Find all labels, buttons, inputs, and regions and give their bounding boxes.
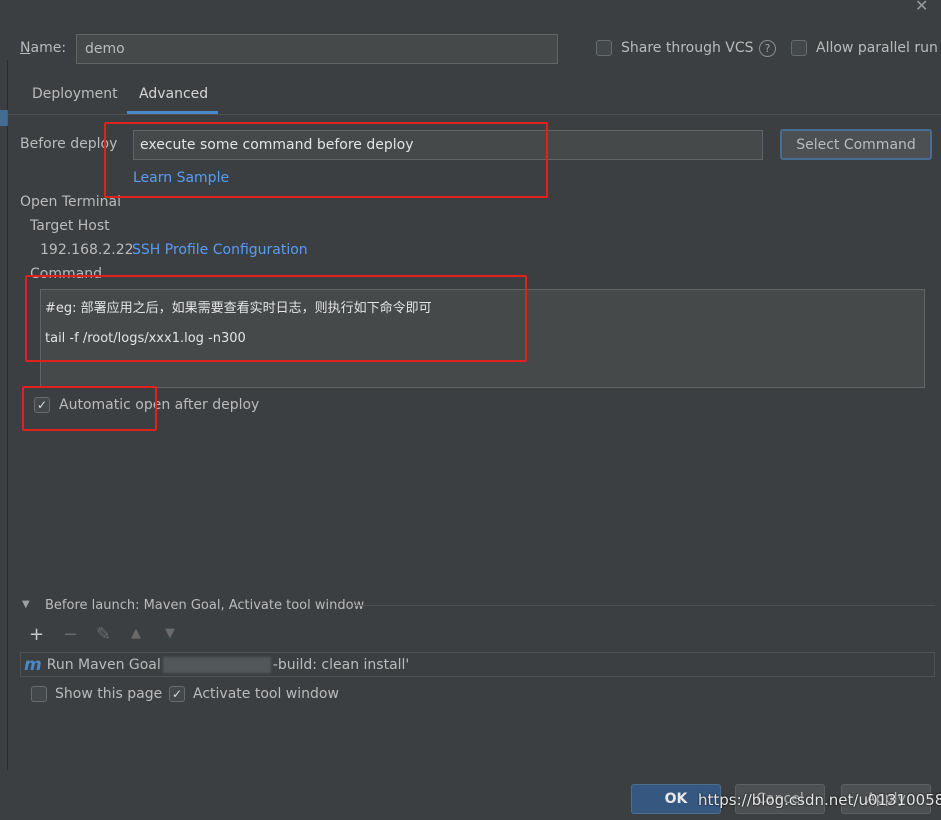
left-panel-edge bbox=[0, 60, 8, 770]
ssh-profile-link[interactable]: SSH Profile Configuration bbox=[132, 242, 308, 258]
allow-parallel-label[interactable]: Allow parallel run bbox=[816, 40, 938, 56]
show-page-label[interactable]: Show this page bbox=[55, 686, 162, 702]
select-command-button[interactable]: Select Command bbox=[780, 129, 932, 160]
left-panel-selection-marker bbox=[0, 110, 8, 126]
tab-advanced[interactable]: Advanced bbox=[139, 86, 208, 102]
launch-task-row[interactable]: m Run Maven Goal -build: clean install' bbox=[20, 652, 935, 677]
close-icon[interactable]: ✕ bbox=[915, 0, 928, 15]
help-icon[interactable]: ? bbox=[759, 40, 776, 57]
remove-icon[interactable]: − bbox=[63, 624, 78, 645]
before-launch-header[interactable]: Before launch: Maven Goal, Activate tool… bbox=[45, 598, 364, 613]
move-up-icon[interactable]: ▲ bbox=[131, 626, 141, 641]
activate-window-label[interactable]: Activate tool window bbox=[193, 686, 339, 702]
watermark-text: https://blog.csdn.net/u013100581 bbox=[698, 791, 941, 809]
target-host-label: Target Host bbox=[30, 218, 110, 234]
name-input[interactable]: demo bbox=[76, 34, 558, 64]
command-line-comment: #eg: 部署应用之后，如果需要查看实时日志，则执行如下命令即可 bbox=[45, 301, 432, 316]
share-vcs-label[interactable]: Share through VCS bbox=[621, 40, 754, 56]
before-launch-separator bbox=[355, 605, 935, 606]
name-label: Name: bbox=[20, 40, 67, 56]
before-deploy-input[interactable]: execute some command before deploy bbox=[133, 130, 763, 160]
command-label: Command bbox=[30, 266, 102, 282]
tab-deployment[interactable]: Deployment bbox=[32, 86, 118, 102]
show-page-checkbox[interactable] bbox=[31, 686, 47, 702]
command-textarea[interactable]: #eg: 部署应用之后，如果需要查看实时日志，则执行如下命令即可 tail -f… bbox=[40, 289, 925, 388]
task-suffix: -build: clean install' bbox=[272, 656, 410, 673]
command-line-tail: tail -f /root/logs/xxx1.log -n300 bbox=[45, 331, 246, 346]
collapse-triangle-icon[interactable]: ▼ bbox=[22, 599, 30, 610]
move-down-icon[interactable]: ▼ bbox=[165, 626, 175, 641]
task-prefix: Run Maven Goal bbox=[46, 656, 161, 673]
maven-icon: m bbox=[24, 654, 42, 675]
share-vcs-checkbox[interactable] bbox=[596, 40, 612, 56]
tab-separator bbox=[8, 114, 941, 115]
open-terminal-label: Open Terminal bbox=[20, 194, 122, 210]
learn-sample-link[interactable]: Learn Sample bbox=[133, 170, 229, 186]
auto-open-label[interactable]: Automatic open after deploy bbox=[59, 397, 259, 413]
auto-open-checkbox[interactable]: ✓ bbox=[34, 397, 50, 413]
edit-icon[interactable]: ✎ bbox=[96, 624, 111, 645]
before-deploy-label: Before deploy bbox=[20, 136, 118, 152]
redacted-goal bbox=[162, 656, 271, 673]
host-value: 192.168.2.22 bbox=[40, 242, 134, 258]
activate-window-checkbox[interactable]: ✓ bbox=[169, 686, 185, 702]
allow-parallel-checkbox[interactable] bbox=[791, 40, 807, 56]
add-icon[interactable]: + bbox=[29, 624, 44, 645]
